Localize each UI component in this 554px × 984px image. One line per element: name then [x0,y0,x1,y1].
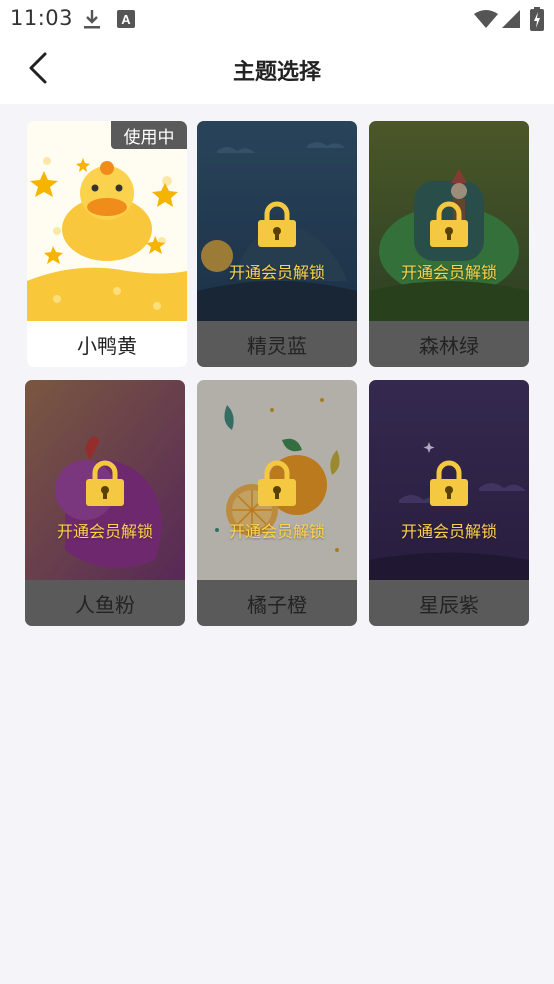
theme-name: 人鱼粉 [25,580,185,626]
theme-name: 星辰紫 [369,580,529,626]
theme-card-elf-blue[interactable]: 开通会员解锁 精灵蓝 [197,121,357,367]
signal-icon [502,9,520,33]
wifi-icon [474,9,498,33]
unlock-text: 开通会员解锁 [228,263,325,282]
unlock-text: 开通会员解锁 [56,522,153,541]
page-title: 主题选择 [232,60,321,85]
lock-overlay: 开通会员解锁 [369,460,529,542]
theme-name: 精灵蓝 [197,321,357,367]
theme-preview-duck [27,121,187,321]
lock-icon [430,460,468,510]
battery-icon [530,7,544,35]
download-icon [82,8,102,34]
lock-icon [430,201,468,251]
lock-overlay: 开通会员解锁 [197,201,357,283]
theme-card-forest-green[interactable]: 开通会员解锁 森林绿 [369,121,529,367]
lock-icon [86,460,124,510]
theme-name: 森林绿 [369,321,529,367]
theme-card-mermaid-pink[interactable]: 开通会员解锁 人鱼粉 [25,380,185,626]
status-time: 11:03 [10,6,74,30]
lock-icon [258,460,296,510]
theme-card-duck-yellow[interactable]: 使用中 小鸭黄 [27,121,187,367]
theme-card-orange[interactable]: 开通会员解锁 橘子橙 [197,380,357,626]
unlock-text: 开通会员解锁 [400,263,497,282]
text-notification-icon: A [117,10,135,32]
in-use-badge: 使用中 [111,121,187,149]
unlock-text: 开通会员解锁 [400,522,497,541]
status-bar: 11:03 A [0,0,554,38]
lock-overlay: 开通会员解锁 [197,460,357,542]
lock-overlay: 开通会员解锁 [25,460,185,542]
svg-text:A: A [121,12,131,27]
app-header: 主题选择 [0,38,554,104]
lock-overlay: 开通会员解锁 [369,201,529,283]
theme-name: 橘子橙 [197,580,357,626]
lock-icon [258,201,296,251]
theme-card-starry-purple[interactable]: 开通会员解锁 星辰紫 [369,380,529,626]
unlock-text: 开通会员解锁 [228,522,325,541]
theme-name: 小鸭黄 [27,321,187,367]
